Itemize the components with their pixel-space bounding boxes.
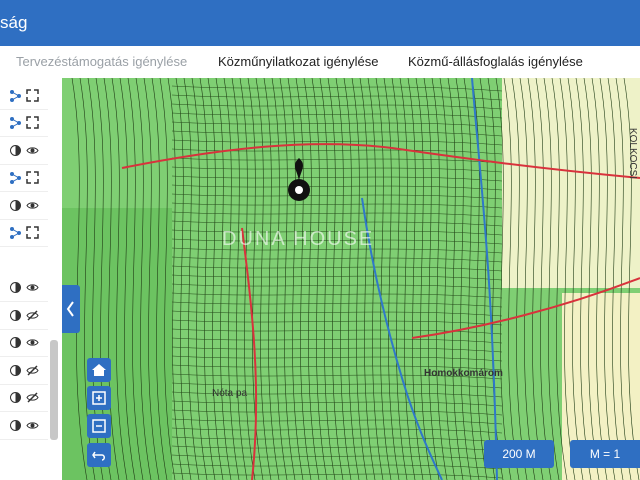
eye-icon[interactable] [26,336,39,349]
road-label: KOLKOCSI [627,127,639,180]
eye-off-icon[interactable] [26,364,39,377]
sidebar-scrollbar[interactable] [50,340,58,440]
expand-icon[interactable] [26,171,39,184]
minus-icon [92,419,106,433]
scale-bar: 200 M [484,440,554,468]
contrast-icon[interactable] [9,309,22,322]
zoom-in-button[interactable] [87,386,111,410]
watermark: DUNA HOUSE [222,228,375,250]
layer-row[interactable] [0,329,48,357]
layer-row[interactable] [0,192,48,220]
contrast-icon[interactable] [9,419,22,432]
node-link-icon[interactable] [9,116,22,129]
tab-tervezestamogatas[interactable]: Tervezéstámogatás igénylése [16,54,187,69]
tab-kozmunyilatkozat[interactable]: Közműnyilatkozat igénylése [218,54,378,69]
home-button[interactable] [87,358,111,382]
contrast-icon[interactable] [9,281,22,294]
layer-row[interactable] [0,412,48,440]
contrast-icon[interactable] [9,391,22,404]
node-link-icon[interactable] [9,89,22,102]
layer-row[interactable] [0,357,48,385]
eye-off-icon[interactable] [26,309,39,322]
eye-icon[interactable] [26,281,39,294]
zoom-out-button[interactable] [87,414,111,438]
contrast-icon[interactable] [9,144,22,157]
layer-row[interactable] [0,109,48,137]
layer-row[interactable] [0,164,48,192]
home-icon [92,364,106,376]
layer-row[interactable] [0,274,48,302]
back-button[interactable] [87,443,111,467]
layer-row[interactable] [0,82,48,110]
expand-icon[interactable] [26,116,39,129]
expand-icon[interactable] [26,89,39,102]
tab-kozmu-allasfoglalas[interactable]: Közmű-állásfoglalás igénylése [408,54,583,69]
node-link-icon[interactable] [9,171,22,184]
contrast-icon[interactable] [9,364,22,377]
layer-row[interactable] [0,302,48,330]
eye-icon[interactable] [26,199,39,212]
node-link-icon[interactable] [9,226,22,239]
cadastral-map[interactable]: Homokkomárom Nóta pa KOLKOCSI DUNA HOUSE [62,78,640,480]
layer-row[interactable] [0,219,48,247]
scale-ratio[interactable]: M = 1 [570,440,640,468]
top-bar: ság [0,0,640,46]
request-tabs: Tervezéstámogatás igénylése Közműnyilatk… [0,46,640,79]
eye-icon[interactable] [26,419,39,432]
place-label: Nóta pa [212,388,248,399]
map-canvas[interactable] [62,78,640,480]
town-label: Homokkomárom [424,368,503,379]
eye-icon[interactable] [26,144,39,157]
expand-icon[interactable] [26,226,39,239]
chevron-left-icon [66,301,74,317]
app-title: ság [0,13,28,32]
layer-row[interactable] [0,137,48,165]
undo-icon [92,451,105,461]
layer-sidebar [0,78,63,480]
collapse-sidebar-button[interactable] [62,285,80,333]
open-field-area [502,78,640,288]
contrast-icon[interactable] [9,336,22,349]
eye-off-icon[interactable] [26,391,39,404]
location-pin-dot [295,186,303,194]
contrast-icon[interactable] [9,199,22,212]
plus-icon [92,391,106,405]
layer-row[interactable] [0,384,48,412]
